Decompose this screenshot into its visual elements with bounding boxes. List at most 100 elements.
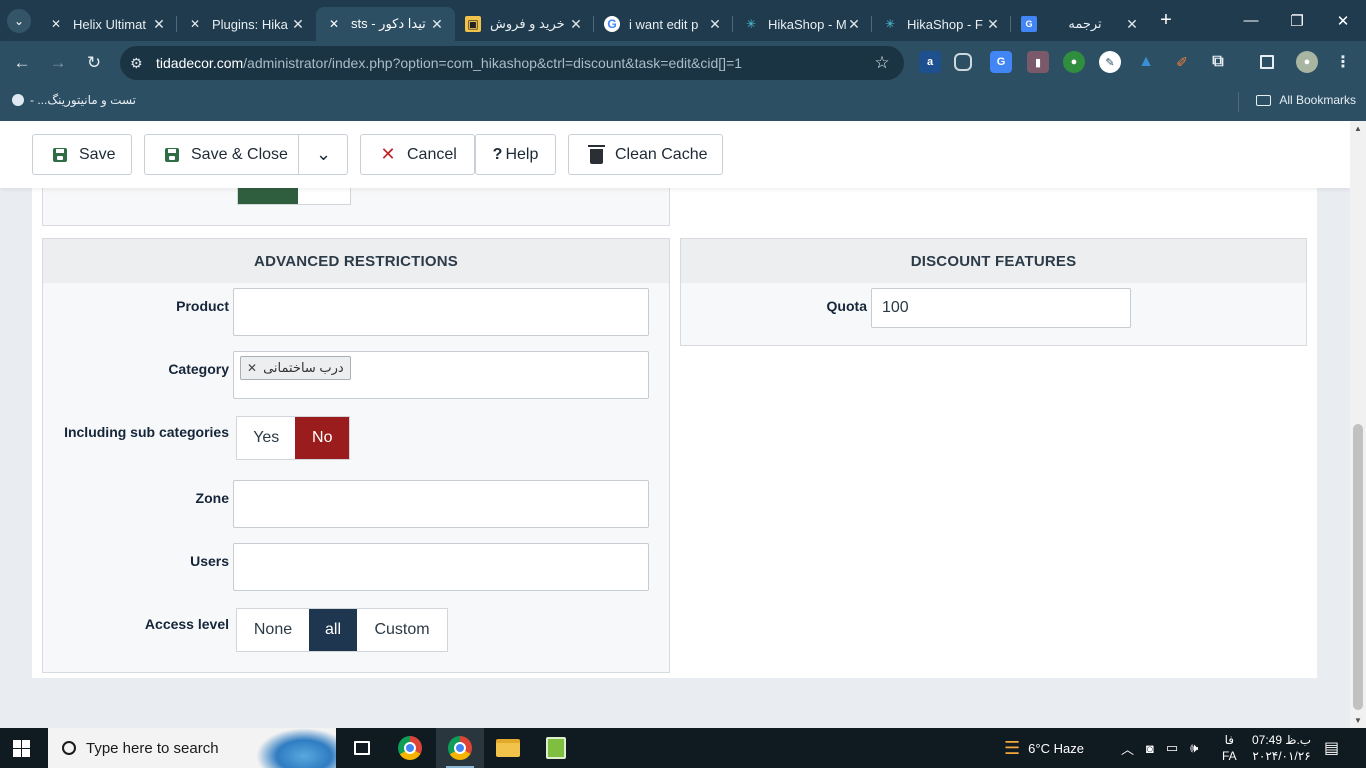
close-icon[interactable]: ✕ <box>568 16 584 33</box>
site-settings-icon[interactable]: ⚙ <box>130 55 156 72</box>
product-field[interactable] <box>233 288 649 336</box>
language-indicator[interactable]: فا FA <box>1222 728 1237 768</box>
floppy-disk-icon <box>49 144 71 166</box>
bookmark-star-icon[interactable]: ☆ <box>870 53 894 73</box>
hikashop-icon: ✳ <box>884 17 896 31</box>
notes-app-icon[interactable] <box>532 728 580 768</box>
subcategories-yes-option[interactable]: Yes <box>237 417 295 459</box>
close-icon[interactable]: ✕ <box>846 16 862 33</box>
access-all-option[interactable]: all <box>309 609 357 651</box>
bookmarks-bar: تست و مانیتورینگ... - All Bookmarks <box>0 85 1366 121</box>
restore-button[interactable]: ❐ <box>1274 0 1320 41</box>
access-none-option[interactable]: None <box>237 609 309 651</box>
close-icon[interactable]: ✕ <box>290 16 306 33</box>
browser-tab[interactable]: ▣ خرید و فروش ✕ <box>455 7 594 41</box>
bookmark-item[interactable]: تست و مانیتورینگ... - <box>12 93 136 107</box>
floppy-disk-icon <box>161 144 183 166</box>
joomla-icon: ✕ <box>328 17 340 31</box>
browser-tab[interactable]: G ترجمه ✕ <box>1011 7 1150 41</box>
extension-triangle-icon[interactable]: ▲ <box>1135 51 1157 73</box>
zone-label: Zone <box>195 490 229 506</box>
remove-tag-icon[interactable]: ✕ <box>247 361 257 375</box>
camera-icon[interactable]: ◙ <box>1146 741 1154 756</box>
back-button[interactable]: ← <box>4 45 40 81</box>
zone-field[interactable] <box>233 480 649 528</box>
chevron-down-icon[interactable]: ⌄ <box>299 135 348 174</box>
clock[interactable]: ب.ظ 07:49 ۲۰۲۴/۰۱/۲۶ <box>1252 728 1311 768</box>
subcategories-toggle: Yes No <box>236 416 350 460</box>
chrome-taskbar-icon[interactable] <box>386 728 434 768</box>
notifications-icon[interactable]: ▤ <box>1324 728 1339 768</box>
weather-widget[interactable]: ☰ 6°C Haze <box>1004 728 1084 768</box>
close-icon[interactable]: ✕ <box>151 16 167 33</box>
chrome-taskbar-icon-active[interactable] <box>436 728 484 768</box>
extension-globe-icon[interactable]: ● <box>1063 51 1085 73</box>
tab-search-button[interactable]: ⌄ <box>0 0 38 41</box>
clean-cache-button[interactable]: Clean Cache <box>568 134 723 175</box>
windows-start-icon[interactable] <box>13 740 30 757</box>
cancel-x-icon: ✕ <box>380 144 396 164</box>
extension-refresh-icon[interactable] <box>954 53 972 71</box>
reload-button[interactable]: ↻ <box>76 45 112 81</box>
chevron-up-icon[interactable]: ︿ <box>1121 739 1134 758</box>
scroll-down-icon[interactable]: ▼ <box>1354 716 1362 725</box>
bookmarks-divider <box>1238 92 1239 112</box>
forward-button[interactable]: → <box>40 45 76 81</box>
extension-pen-icon[interactable]: ✎ <box>1099 51 1121 73</box>
file-explorer-icon[interactable] <box>484 728 532 768</box>
search-icon <box>62 741 76 755</box>
users-field[interactable] <box>233 543 649 591</box>
browser-menu-icon[interactable]: ⋮ <box>1332 51 1354 73</box>
product-label: Product <box>176 298 229 314</box>
browser-tab[interactable]: G i want edit p ✕ <box>594 7 733 41</box>
window-close-button[interactable]: ✕ <box>1320 0 1366 41</box>
quota-input[interactable]: 100 <box>871 288 1131 328</box>
browser-tab[interactable]: ✕ Plugins: Hika ✕ <box>177 7 316 41</box>
scrollbar-thumb[interactable] <box>1353 424 1363 710</box>
chevron-down-icon: ⌄ <box>7 8 31 33</box>
profile-avatar[interactable]: ● <box>1296 51 1318 73</box>
help-button[interactable]: ? Help <box>475 134 556 175</box>
volume-icon[interactable]: 🕪 <box>1190 740 1198 756</box>
quota-label: Quota <box>826 298 867 314</box>
new-tab-button[interactable]: + <box>1150 0 1182 41</box>
joomla-icon: ✕ <box>189 17 201 31</box>
panel-title: ADVANCED RESTRICTIONS <box>43 239 669 283</box>
joomla-icon: ✕ <box>50 17 62 31</box>
extension-brush-icon[interactable]: ✐ <box>1171 51 1193 73</box>
access-custom-option[interactable]: Custom <box>357 609 447 651</box>
battery-icon[interactable]: ▭ <box>1166 740 1178 756</box>
extension-icon[interactable]: ▮ <box>1027 51 1049 73</box>
browser-tab[interactable]: ✕ Helix Ultimat ✕ <box>38 7 177 41</box>
discount-features-panel: DISCOUNT FEATURES Quota 100 <box>680 238 1307 346</box>
side-panel-icon[interactable] <box>1260 55 1274 69</box>
extension-a-icon[interactable]: a <box>919 51 941 73</box>
save-close-button[interactable]: Save & Close ⌄ <box>144 134 348 175</box>
category-field[interactable]: درب ساختمانی ✕ <box>233 351 649 399</box>
browser-tab[interactable]: ✳ HikaShop - F ✕ <box>872 7 1011 41</box>
category-tag: درب ساختمانی ✕ <box>240 356 351 380</box>
task-view-icon[interactable] <box>338 728 386 768</box>
content-area: ADVANCED RESTRICTIONS Product Category د… <box>32 168 1317 678</box>
extensions-puzzle-icon[interactable]: ⧉ <box>1207 51 1229 73</box>
subcategories-no-option[interactable]: No <box>295 417 349 459</box>
translate-extension-icon[interactable]: G <box>990 51 1012 73</box>
close-icon[interactable]: ✕ <box>1124 16 1140 33</box>
category-label: Category <box>168 361 229 377</box>
browser-toolbar: ← → ↻ ⚙ tidadecor.com/administrator/inde… <box>0 41 1366 85</box>
close-icon[interactable]: ✕ <box>707 16 723 33</box>
save-button[interactable]: Save <box>32 134 132 175</box>
cancel-button[interactable]: ✕ Cancel <box>360 134 475 175</box>
trash-icon <box>585 144 607 166</box>
all-bookmarks-button[interactable]: All Bookmarks <box>1256 93 1356 107</box>
browser-tab[interactable]: ✳ HikaShop - M ✕ <box>733 7 872 41</box>
close-icon[interactable]: ✕ <box>985 16 1001 33</box>
address-bar[interactable]: ⚙ tidadecor.com/administrator/index.php?… <box>120 46 904 80</box>
page-scrollbar[interactable]: ▲ ▼ <box>1350 121 1366 728</box>
url-text[interactable]: tidadecor.com/administrator/index.php?op… <box>156 55 870 71</box>
minimize-button[interactable]: — <box>1228 0 1274 41</box>
browser-tab-active[interactable]: ✕ تیدا دکور - sts ✕ <box>316 7 455 41</box>
close-icon[interactable]: ✕ <box>429 16 445 33</box>
taskbar-search-box[interactable]: Type here to search <box>48 728 336 768</box>
scroll-up-icon[interactable]: ▲ <box>1354 124 1362 133</box>
